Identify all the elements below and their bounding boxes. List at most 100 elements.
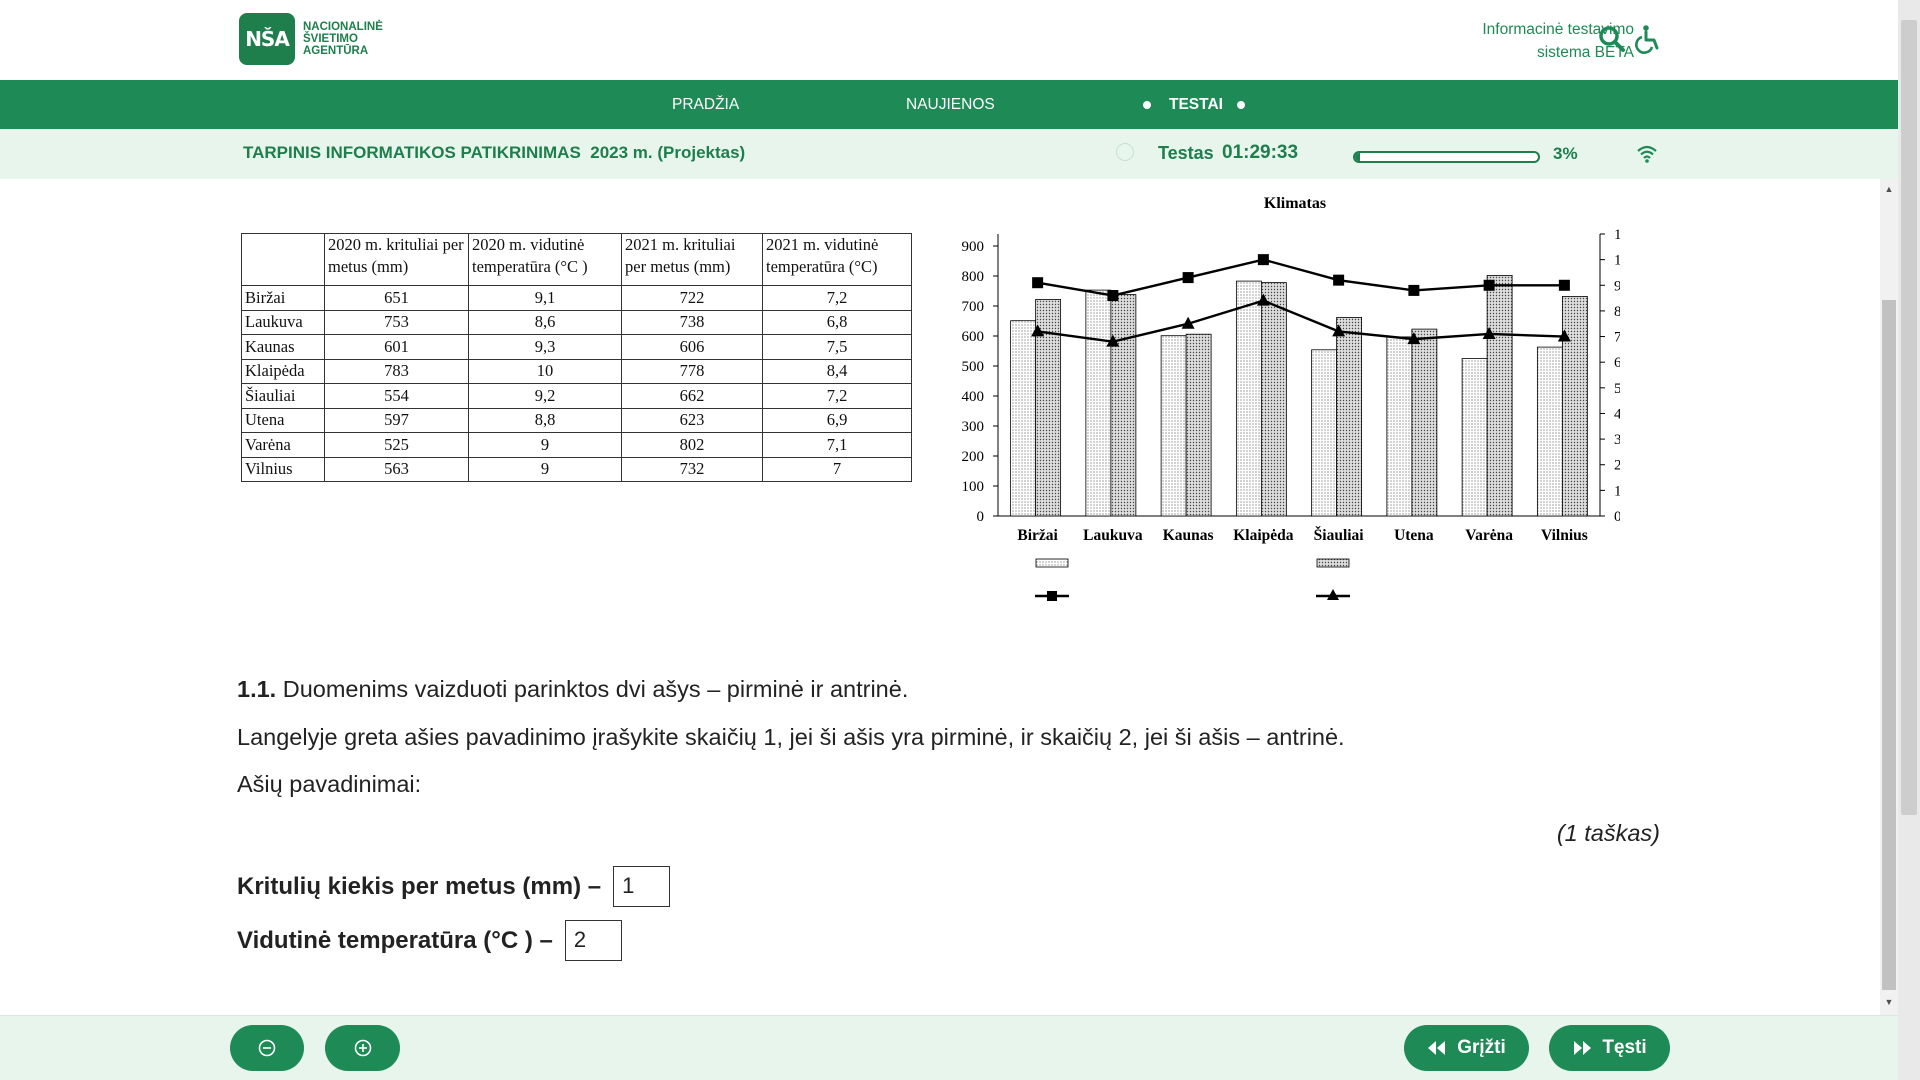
nav-item-testai[interactable]: TESTAI (1169, 80, 1223, 129)
category-label: Kaunas (1163, 527, 1214, 544)
question-text: Duomenims vaizduoti parinktos dvi ašys –… (276, 676, 909, 702)
bar (1336, 316, 1363, 517)
table-row-label: Laukuva (241, 309, 325, 335)
table-cell: 662 (621, 383, 763, 409)
next-label: Tęsti (1602, 1037, 1647, 1058)
y-tick-label: 900 (962, 239, 985, 255)
precipitation-axis-input[interactable]: 1 (613, 866, 671, 907)
table-row-label: Varėna (241, 432, 325, 458)
table-cell: 753 (324, 309, 469, 335)
table-cell: 738 (621, 309, 763, 335)
nav-item-naujienos[interactable]: NAUJIENOS (906, 80, 995, 129)
table-row: Klaipėda 783 10 778 8,4 (241, 358, 912, 384)
bar (1085, 289, 1112, 517)
table-row: Šiauliai 554 9,2 662 7,2 (241, 383, 912, 409)
page-scroll-thumb[interactable] (1901, 20, 1917, 815)
bar (1235, 280, 1262, 517)
square-marker (1408, 284, 1420, 296)
y2-tick-label: 8 (1614, 304, 1620, 320)
table-cell: 651 (324, 285, 469, 311)
question-number: 1.1. (237, 676, 277, 702)
test-year: 2023 m. (Projektas) (590, 143, 746, 162)
square-marker (1257, 254, 1269, 266)
table-cell: 601 (324, 334, 469, 360)
table-cell: 623 (621, 407, 763, 433)
legend-swatch-2020-precip (1035, 558, 1069, 568)
active-dot-left (1143, 101, 1151, 109)
table-cell: 9,2 (468, 383, 622, 409)
category-label: Laukuva (1083, 527, 1143, 544)
square-marker (1182, 272, 1194, 284)
bar (1536, 346, 1563, 517)
table-row-label: Biržai (241, 285, 325, 311)
table-cell: 722 (621, 285, 763, 311)
zoom-out-button[interactable] (230, 1025, 304, 1071)
table-cell: 732 (621, 456, 763, 482)
active-dot-right (1237, 101, 1245, 109)
progress-percent: 3% (1553, 144, 1578, 163)
square-marker (1032, 277, 1044, 289)
axes-names-label: Ašių pavadinimai: (237, 771, 422, 797)
nsa-logo[interactable]: NŠA NACIONALINĖ ŠVIETIMO AGENTŪRA (239, 13, 383, 65)
square-marker (1483, 279, 1495, 291)
logo-badge: NŠA (239, 13, 295, 65)
table-cell: 9 (468, 432, 622, 458)
forward-icon (1574, 1041, 1592, 1055)
y2-tick-label: 4 (1614, 406, 1620, 422)
clock-icon (1116, 143, 1134, 161)
search-icon[interactable] (1597, 24, 1627, 54)
back-label: Grįžti (1457, 1037, 1506, 1058)
progress-fill (1355, 153, 1361, 161)
table-row: Vilnius 563 9 732 7 (241, 456, 912, 482)
y2-tick-label: 3 (1614, 432, 1620, 448)
rewind-icon (1428, 1041, 1446, 1055)
bar (1185, 333, 1212, 517)
y2-tick-label: 0 (1614, 509, 1620, 525)
y-tick-label: 300 (962, 419, 985, 435)
scroll-down-arrow[interactable]: ▼ (1880, 994, 1898, 1010)
footer-bar: Grįžti Tęsti (0, 1015, 1898, 1080)
table-header-cell: 2021 m. krituliai per metus (mm) (621, 233, 763, 286)
table-cell: 9,3 (468, 334, 622, 360)
category-label: Vilnius (1541, 527, 1588, 544)
table-row-label: Vilnius (241, 456, 325, 482)
chart-title: Klimatas (1264, 195, 1326, 212)
table-row-label: Klaipėda (241, 358, 325, 384)
content-scroll-thumb[interactable] (1882, 300, 1896, 990)
category-label: Biržai (1017, 527, 1058, 544)
main-nav: PRADŽIA NAUJIENOS TESTAI (0, 80, 1898, 129)
zoom-in-button[interactable] (325, 1025, 400, 1071)
nav-item-pradzia[interactable]: PRADŽIA (672, 80, 739, 129)
answer-label: Kritulių kiekis per metus (mm) – (237, 872, 602, 900)
category-label: Šiauliai (1314, 527, 1365, 544)
bar (1160, 335, 1187, 517)
y-tick-label: 800 (962, 269, 985, 285)
y-tick-label: 0 (977, 509, 985, 525)
y-tick-label: 100 (962, 479, 985, 495)
y-tick-label: 200 (962, 449, 985, 465)
table-header-cell: 2020 m. krituliai per metus (mm) (324, 233, 469, 286)
y2-tick-label: 7 (1614, 330, 1620, 346)
square-marker (1333, 274, 1345, 286)
table-header-cell: 2021 m. vidutinė temperatūra (°C) (762, 233, 912, 286)
y-tick-label: 700 (962, 299, 985, 315)
table-row: Kaunas 601 9,3 606 7,5 (241, 334, 912, 360)
y2-tick-label: 5 (1614, 381, 1620, 397)
next-button[interactable]: Tęsti (1549, 1025, 1670, 1071)
table-cell: 7,5 (762, 334, 912, 360)
y-tick-label: 500 (962, 359, 985, 375)
table-cell: 8,6 (468, 309, 622, 335)
logo-line-3: AGENTŪRA (303, 45, 369, 57)
y2-tick-label: 1 (1614, 483, 1620, 499)
scroll-up-arrow[interactable]: ▲ (1880, 181, 1898, 197)
back-button[interactable]: Grįžti (1404, 1025, 1529, 1071)
table-row: Varėna 525 9 802 7,1 (241, 432, 912, 458)
question-line-1: 1.1. Duomenims vaizduoti parinktos dvi a… (237, 676, 908, 703)
table-row-label: Utena (241, 407, 325, 433)
table-cell: 7,2 (762, 383, 912, 409)
accessibility-icon[interactable] (1633, 24, 1663, 54)
temperature-axis-input[interactable]: 2 (564, 920, 622, 961)
table-cell: 554 (324, 383, 469, 409)
category-label: Varėna (1465, 527, 1513, 544)
table-cell: 6,9 (762, 407, 912, 433)
